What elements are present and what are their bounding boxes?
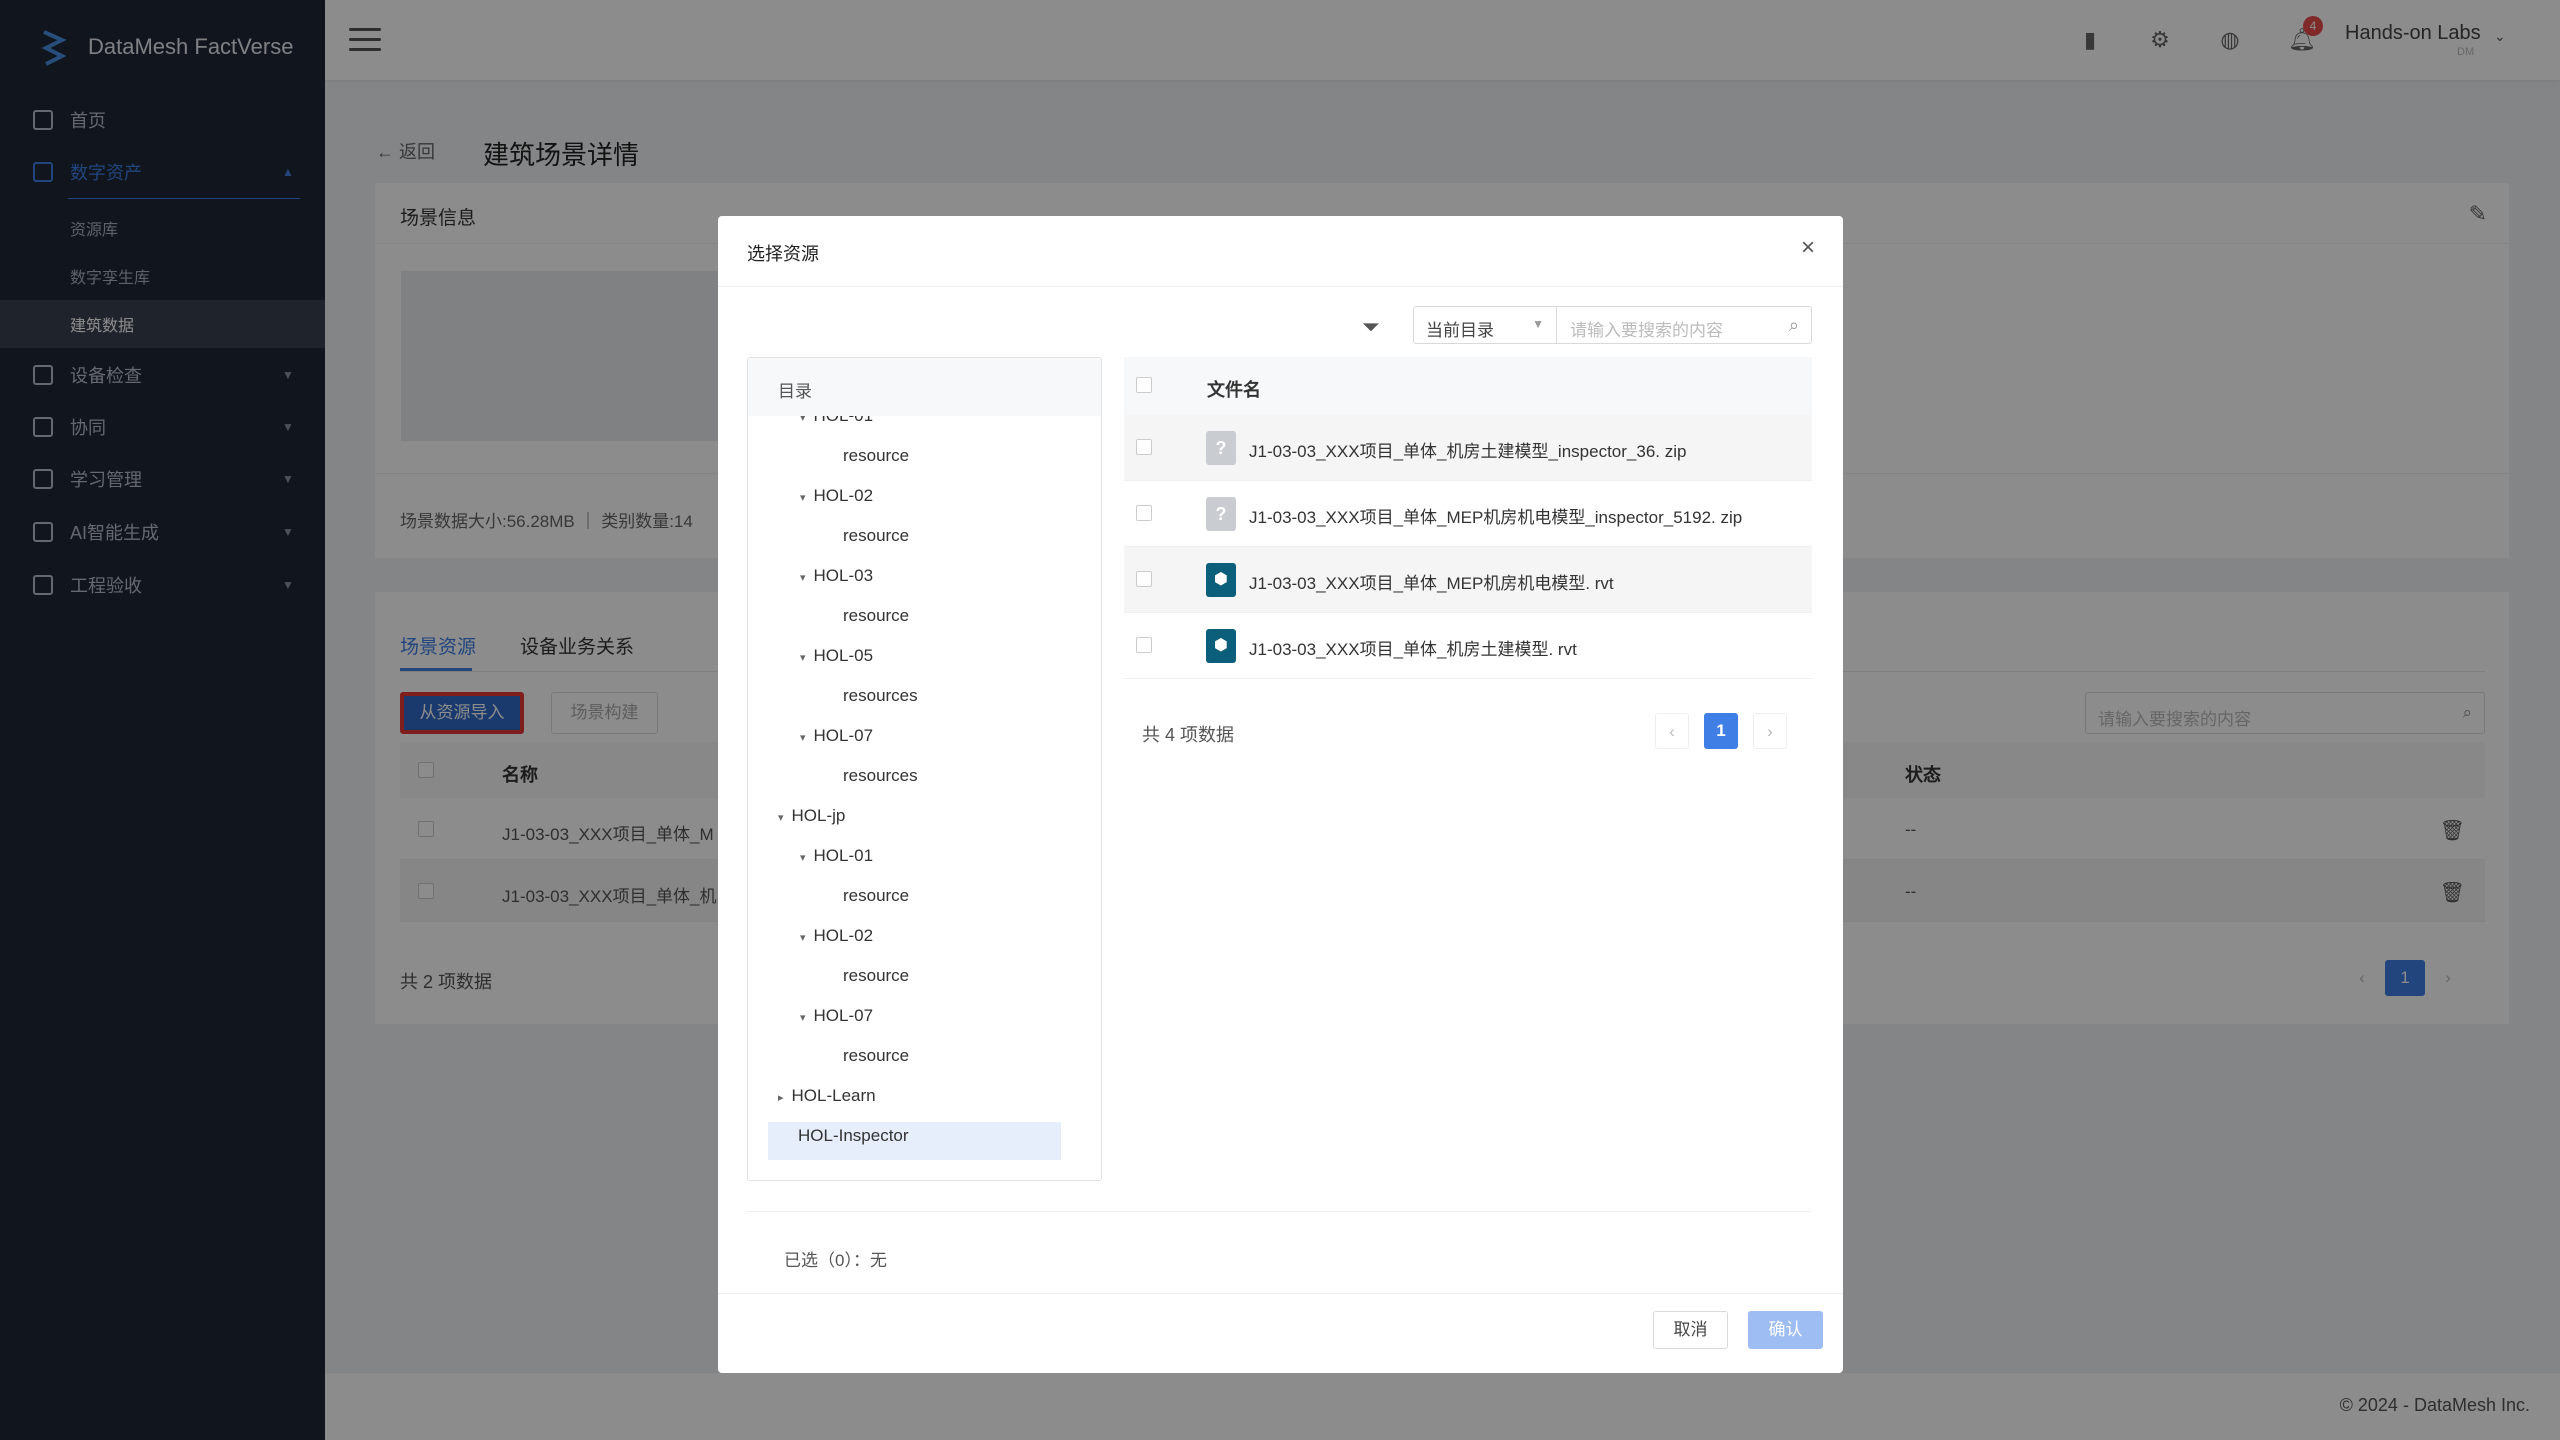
select-all-checkbox[interactable] bbox=[1136, 377, 1152, 393]
file-row[interactable]: ? J1-03-03_XXX项目_单体_MEP机房机电模型_inspector_… bbox=[1124, 481, 1812, 547]
file-name: J1-03-03_XXX项目_单体_机房土建模型_inspector_36. z… bbox=[1249, 442, 1687, 461]
row-checkbox[interactable] bbox=[1136, 571, 1152, 587]
search-icon: ⌕ bbox=[1788, 315, 1799, 335]
tree-node-label: HOL-01 bbox=[813, 846, 874, 865]
modal-title: 选择资源 bbox=[747, 244, 819, 264]
tree-node[interactable]: resource bbox=[843, 446, 909, 466]
divider bbox=[718, 286, 1843, 287]
caret-down-icon[interactable]: ▾ bbox=[800, 491, 806, 504]
row-checkbox[interactable] bbox=[1136, 439, 1152, 455]
tree-node[interactable]: ▾ HOL-05 bbox=[800, 646, 873, 666]
tree-node-label: HOL-05 bbox=[813, 646, 874, 665]
tree-node-label: resources bbox=[843, 766, 918, 785]
model-cube-icon: ⬢ bbox=[1206, 629, 1236, 663]
tree-node-label: HOL-Inspector bbox=[798, 1126, 909, 1145]
tree-node-label: HOL-03 bbox=[813, 566, 874, 585]
tree-node-label: HOL-Learn bbox=[791, 1086, 876, 1105]
next-page-button[interactable]: › bbox=[1753, 713, 1787, 749]
row-checkbox[interactable] bbox=[1136, 637, 1152, 653]
unknown-file-icon: ? bbox=[1206, 431, 1236, 465]
chevron-down-icon: ▼ bbox=[1532, 317, 1544, 331]
tree-node-label: HOL-07 bbox=[813, 1006, 874, 1025]
tree-node[interactable]: resources bbox=[843, 686, 918, 706]
tree-node[interactable]: resource bbox=[843, 966, 909, 986]
prev-page-button[interactable]: ‹ bbox=[1655, 713, 1689, 749]
tree-node[interactable]: resource bbox=[843, 886, 909, 906]
file-name: J1-03-03_XXX项目_单体_MEP机房机电模型_inspector_51… bbox=[1249, 508, 1743, 527]
tree-node[interactable]: resource bbox=[843, 526, 909, 546]
tree-node[interactable]: ▾ HOL-03 bbox=[800, 566, 873, 586]
tree-node-label: resource bbox=[843, 526, 910, 545]
tree-node[interactable]: ▾ HOL-02 bbox=[800, 926, 873, 946]
model-cube-icon: ⬢ bbox=[1206, 563, 1236, 597]
page-button[interactable]: 1 bbox=[1704, 713, 1738, 749]
file-name: J1-03-03_XXX项目_单体_机房土建模型. rvt bbox=[1249, 640, 1577, 659]
tree-node[interactable]: ▸ HOL-Learn bbox=[778, 1086, 876, 1106]
directory-tree: ▾ HOL-01 resource ▾ HOL-02 resource ▾ HOL-03 res… bbox=[747, 357, 1102, 1181]
caret-down-icon[interactable]: ▾ bbox=[800, 931, 806, 944]
tree-node[interactable]: HOL-Inspector bbox=[798, 1126, 909, 1146]
tree-node-label: HOL-02 bbox=[813, 486, 874, 505]
tree-node-label: resource bbox=[843, 966, 910, 985]
tree-node[interactable]: ▾ HOL-jp bbox=[778, 806, 845, 826]
tree-node-label: resource bbox=[843, 446, 910, 465]
close-icon[interactable]: × bbox=[1801, 234, 1815, 262]
tree-node[interactable]: ▾ HOL-02 bbox=[800, 486, 873, 506]
file-search-input[interactable]: 请输入要搜索的内容 ⌕ bbox=[1556, 306, 1812, 344]
caret-down-icon[interactable]: ▾ bbox=[778, 811, 784, 824]
search-placeholder: 请输入要搜索的内容 bbox=[1570, 321, 1723, 340]
file-row[interactable]: ⬢ J1-03-03_XXX项目_单体_机房土建模型. rvt bbox=[1124, 613, 1812, 679]
tree-node-label: HOL-07 bbox=[813, 726, 874, 745]
tree-node-label: resources bbox=[843, 686, 918, 705]
tree-node[interactable]: ▾ HOL-07 bbox=[800, 726, 873, 746]
tree-node-label: resource bbox=[843, 1046, 910, 1065]
divider bbox=[747, 1211, 1812, 1212]
file-table: 文件名 ? J1-03-03_XXX项目_单体_机房土建模型_inspector… bbox=[1124, 357, 1812, 687]
tree-node[interactable]: resources bbox=[843, 766, 918, 786]
divider bbox=[718, 1293, 1843, 1294]
tree-header: 目录 bbox=[748, 358, 1101, 416]
file-row[interactable]: ⬢ J1-03-03_XXX项目_单体_MEP机房机电模型. rvt bbox=[1124, 547, 1812, 613]
tree-node-label: resource bbox=[843, 606, 910, 625]
confirm-button[interactable]: 确认 bbox=[1748, 1311, 1823, 1349]
tree-node-label: resource bbox=[843, 886, 910, 905]
cancel-button[interactable]: 取消 bbox=[1653, 1311, 1728, 1349]
tree-node-label: HOL-jp bbox=[791, 806, 846, 825]
caret-down-icon[interactable]: ▾ bbox=[800, 1011, 806, 1024]
file-row[interactable]: ? J1-03-03_XXX项目_单体_机房土建模型_inspector_36.… bbox=[1124, 415, 1812, 481]
file-name: J1-03-03_XXX项目_单体_MEP机房机电模型. rvt bbox=[1249, 574, 1614, 593]
col-filename: 文件名 bbox=[1207, 380, 1261, 400]
caret-down-icon[interactable]: ▾ bbox=[800, 571, 806, 584]
tree-node[interactable]: ▾ HOL-01 bbox=[800, 846, 873, 866]
row-checkbox[interactable] bbox=[1136, 505, 1152, 521]
selected-summary: 已选（0）：无 bbox=[784, 1251, 887, 1270]
tree-node[interactable]: resource bbox=[843, 1046, 909, 1066]
caret-down-icon[interactable]: ▾ bbox=[800, 731, 806, 744]
caret-right-icon[interactable]: ▸ bbox=[778, 1091, 784, 1104]
tree-node[interactable]: resource bbox=[843, 606, 909, 626]
unknown-file-icon: ? bbox=[1206, 497, 1236, 531]
caret-down-icon[interactable]: ▾ bbox=[800, 851, 806, 864]
file-total-count: 共 4 项数据 bbox=[1142, 725, 1235, 745]
tree-node-label: HOL-02 bbox=[813, 926, 874, 945]
filter-icon[interactable]: ⏷ bbox=[1362, 314, 1380, 340]
scope-select[interactable]: 当前目录 ▼ bbox=[1413, 306, 1557, 344]
file-table-header: 文件名 bbox=[1124, 357, 1812, 415]
tree-node[interactable]: ▾ HOL-07 bbox=[800, 1006, 873, 1026]
caret-down-icon[interactable]: ▾ bbox=[800, 651, 806, 664]
select-resource-modal: 选择资源 × ⏷ 当前目录 ▼ 请输入要搜索的内容 ⌕ ▾ HOL-01 resourc… bbox=[718, 216, 1843, 1373]
scope-value: 当前目录 bbox=[1426, 321, 1494, 340]
